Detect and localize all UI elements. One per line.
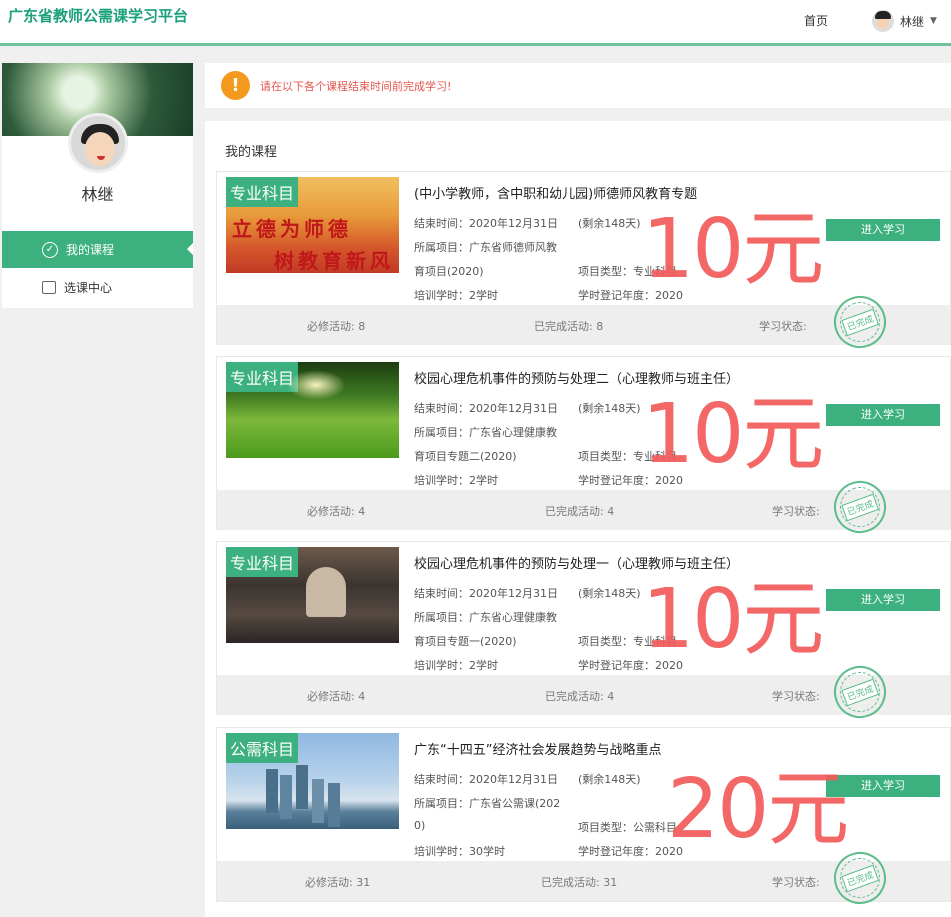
course-end-time: 结束时间：2020年12月31日 <box>414 402 558 415</box>
completed-activities: 已完成活动: 8 <box>534 320 604 333</box>
study-status: 学习状态: <box>772 876 820 889</box>
course-hours: 培训学时：2学时 <box>414 474 498 487</box>
top-header: 广东省教师公需课学习平台 首页 林继 ▼ <box>0 0 951 46</box>
completed-activities: 已完成活动: 4 <box>545 690 615 703</box>
enter-study-button[interactable]: 进入学习 <box>826 589 940 611</box>
course-remaining: (剩余148天) <box>578 217 641 230</box>
course-project: 所属项目：广东省心理健康教 <box>414 611 557 624</box>
study-status: 学习状态: <box>772 505 820 518</box>
course-tag: 专业科目 <box>226 362 299 392</box>
course-project-cont: 育项目专题二(2020) <box>414 450 517 463</box>
course-project: 所属项目：广东省师德师风教 <box>414 241 557 254</box>
required-activities: 必修活动: 8 <box>307 320 366 333</box>
price-overlay: 10元 <box>642 572 824 667</box>
sidebar-item-label: 选课中心 <box>64 281 113 295</box>
required-activities: 必修活动: 31 <box>305 876 371 889</box>
thumbnail-calligraphy: 立德为师德 <box>232 217 352 241</box>
required-activities: 必修活动: 4 <box>307 505 366 518</box>
course-thumbnail[interactable]: 专业科目 <box>226 547 399 643</box>
course-tag: 专业科目 <box>226 547 299 577</box>
course-remaining: (剩余148天) <box>578 773 641 786</box>
course-thumbnail[interactable]: 专业科目 <box>226 362 399 458</box>
course-card: 公需科目 广东“十四五”经济社会发展趋势与战略重点 结束时间：2020年12月3… <box>216 727 951 912</box>
completed-stamp: 已完成 <box>826 658 894 726</box>
avatar <box>872 10 894 32</box>
chevron-down-icon: ▼ <box>930 16 937 26</box>
brand-title[interactable]: 广东省教师公需课学习平台 <box>8 5 188 26</box>
user-name: 林继 <box>900 14 925 29</box>
course-remaining: (剩余148天) <box>578 402 641 415</box>
sidebar: 林继 ✓ 我的课程 选课中心 <box>2 63 193 308</box>
completed-activities: 已完成活动: 31 <box>541 876 618 889</box>
completed-activities: 已完成活动: 4 <box>545 505 615 518</box>
price-overlay: 10元 <box>642 387 824 482</box>
course-thumbnail[interactable]: 公需科目 <box>226 733 399 829</box>
course-project-cont: 育项目(2020) <box>414 265 484 278</box>
warning-icon: ! <box>221 71 250 100</box>
sidebar-item-label: 我的课程 <box>66 243 115 257</box>
course-remaining: (剩余148天) <box>578 587 641 600</box>
course-card: 专业科目 立德为师德 树教育新风 (中小学教师，含中职和幼儿园)师德师风教育专题… <box>216 171 951 356</box>
required-activities: 必修活动: 4 <box>307 690 366 703</box>
course-card: 专业科目 校园心理危机事件的预防与处理二（心理教师与班主任） 结束时间：2020… <box>216 356 951 541</box>
course-icon: ✓ <box>42 241 58 258</box>
enter-study-button[interactable]: 进入学习 <box>826 404 940 426</box>
course-hours: 培训学时：30学时 <box>414 845 505 858</box>
sidebar-item-my-courses[interactable]: ✓ 我的课程 <box>2 231 193 268</box>
course-tag: 专业科目 <box>226 177 299 207</box>
profile-avatar <box>68 113 128 173</box>
thumbnail-calligraphy: 树教育新风 <box>274 249 394 273</box>
course-hours: 培训学时：2学时 <box>414 659 498 672</box>
page-title: 我的课程 <box>225 145 278 160</box>
course-type: 项目类型：公需科目 <box>578 821 677 834</box>
calendar-icon <box>42 281 56 294</box>
main-panel: 我的课程 专业科目 立德为师德 树教育新风 (中小学教师，含中职和幼儿园)师德师… <box>205 121 951 917</box>
price-overlay: 10元 <box>642 202 824 297</box>
price-overlay: 20元 <box>667 762 849 857</box>
course-tag: 公需科目 <box>226 733 299 763</box>
course-hours: 培训学时：2学时 <box>414 289 498 302</box>
course-end-time: 结束时间：2020年12月31日 <box>414 587 558 600</box>
study-status: 学习状态: <box>772 690 820 703</box>
notice-text: 请在以下各个课程结束时间前完成学习! <box>260 79 452 93</box>
completed-stamp: 已完成 <box>826 473 894 541</box>
profile-name: 林继 <box>81 185 114 204</box>
course-title[interactable]: 广东“十四五”经济社会发展趋势与战略重点 <box>414 739 661 758</box>
course-project: 所属项目：广东省心理健康教 <box>414 426 557 439</box>
course-end-time: 结束时间：2020年12月31日 <box>414 217 558 230</box>
notice-bar: ! 请在以下各个课程结束时间前完成学习! <box>205 63 951 108</box>
course-thumbnail[interactable]: 专业科目 立德为师德 树教育新风 <box>226 177 399 273</box>
course-project-cont: 育项目专题一(2020) <box>414 635 517 648</box>
completed-stamp: 已完成 <box>826 288 894 356</box>
user-menu[interactable]: 林继 ▼ <box>872 10 937 32</box>
enter-study-button[interactable]: 进入学习 <box>826 219 940 241</box>
sidebar-item-course-center[interactable]: 选课中心 <box>2 269 193 306</box>
course-end-time: 结束时间：2020年12月31日 <box>414 773 558 786</box>
nav-home-link[interactable]: 首页 <box>804 12 828 29</box>
course-card: 专业科目 校园心理危机事件的预防与处理一（心理教师与班主任） 结束时间：2020… <box>216 541 951 726</box>
course-project: 所属项目：广东省公需课(202 <box>414 797 561 810</box>
study-status: 学习状态: <box>759 320 807 333</box>
course-project-cont: 0) <box>414 819 426 832</box>
